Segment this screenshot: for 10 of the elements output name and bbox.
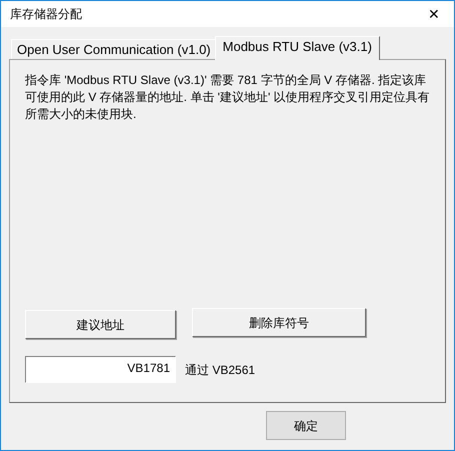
window-title: 库存储器分配 — [10, 6, 82, 23]
range-label: 通过 VB2561 — [185, 362, 256, 378]
suggest-address-button[interactable]: 建议地址 — [25, 310, 176, 339]
tab[interactable]: Open User Communication (v1.0) — [11, 39, 217, 59]
address-field[interactable]: VB1781 — [25, 356, 176, 383]
delete-symbols-button[interactable]: 删除库符号 — [192, 308, 366, 337]
tab[interactable]: Modbus RTU Slave (v3.1) — [214, 36, 380, 60]
close-button[interactable]: ✕ — [422, 4, 446, 24]
ok-button[interactable]: 确定 — [266, 411, 346, 440]
description-text: 指令库 'Modbus RTU Slave (v3.1)' 需要 781 字节的全局 V 存储器. 指定该库可使用的此 V 存储器量的地址. 单击 '建议地址' 以使用程序交叉引用定位具有所需大小的未使用块. — [25, 72, 431, 123]
